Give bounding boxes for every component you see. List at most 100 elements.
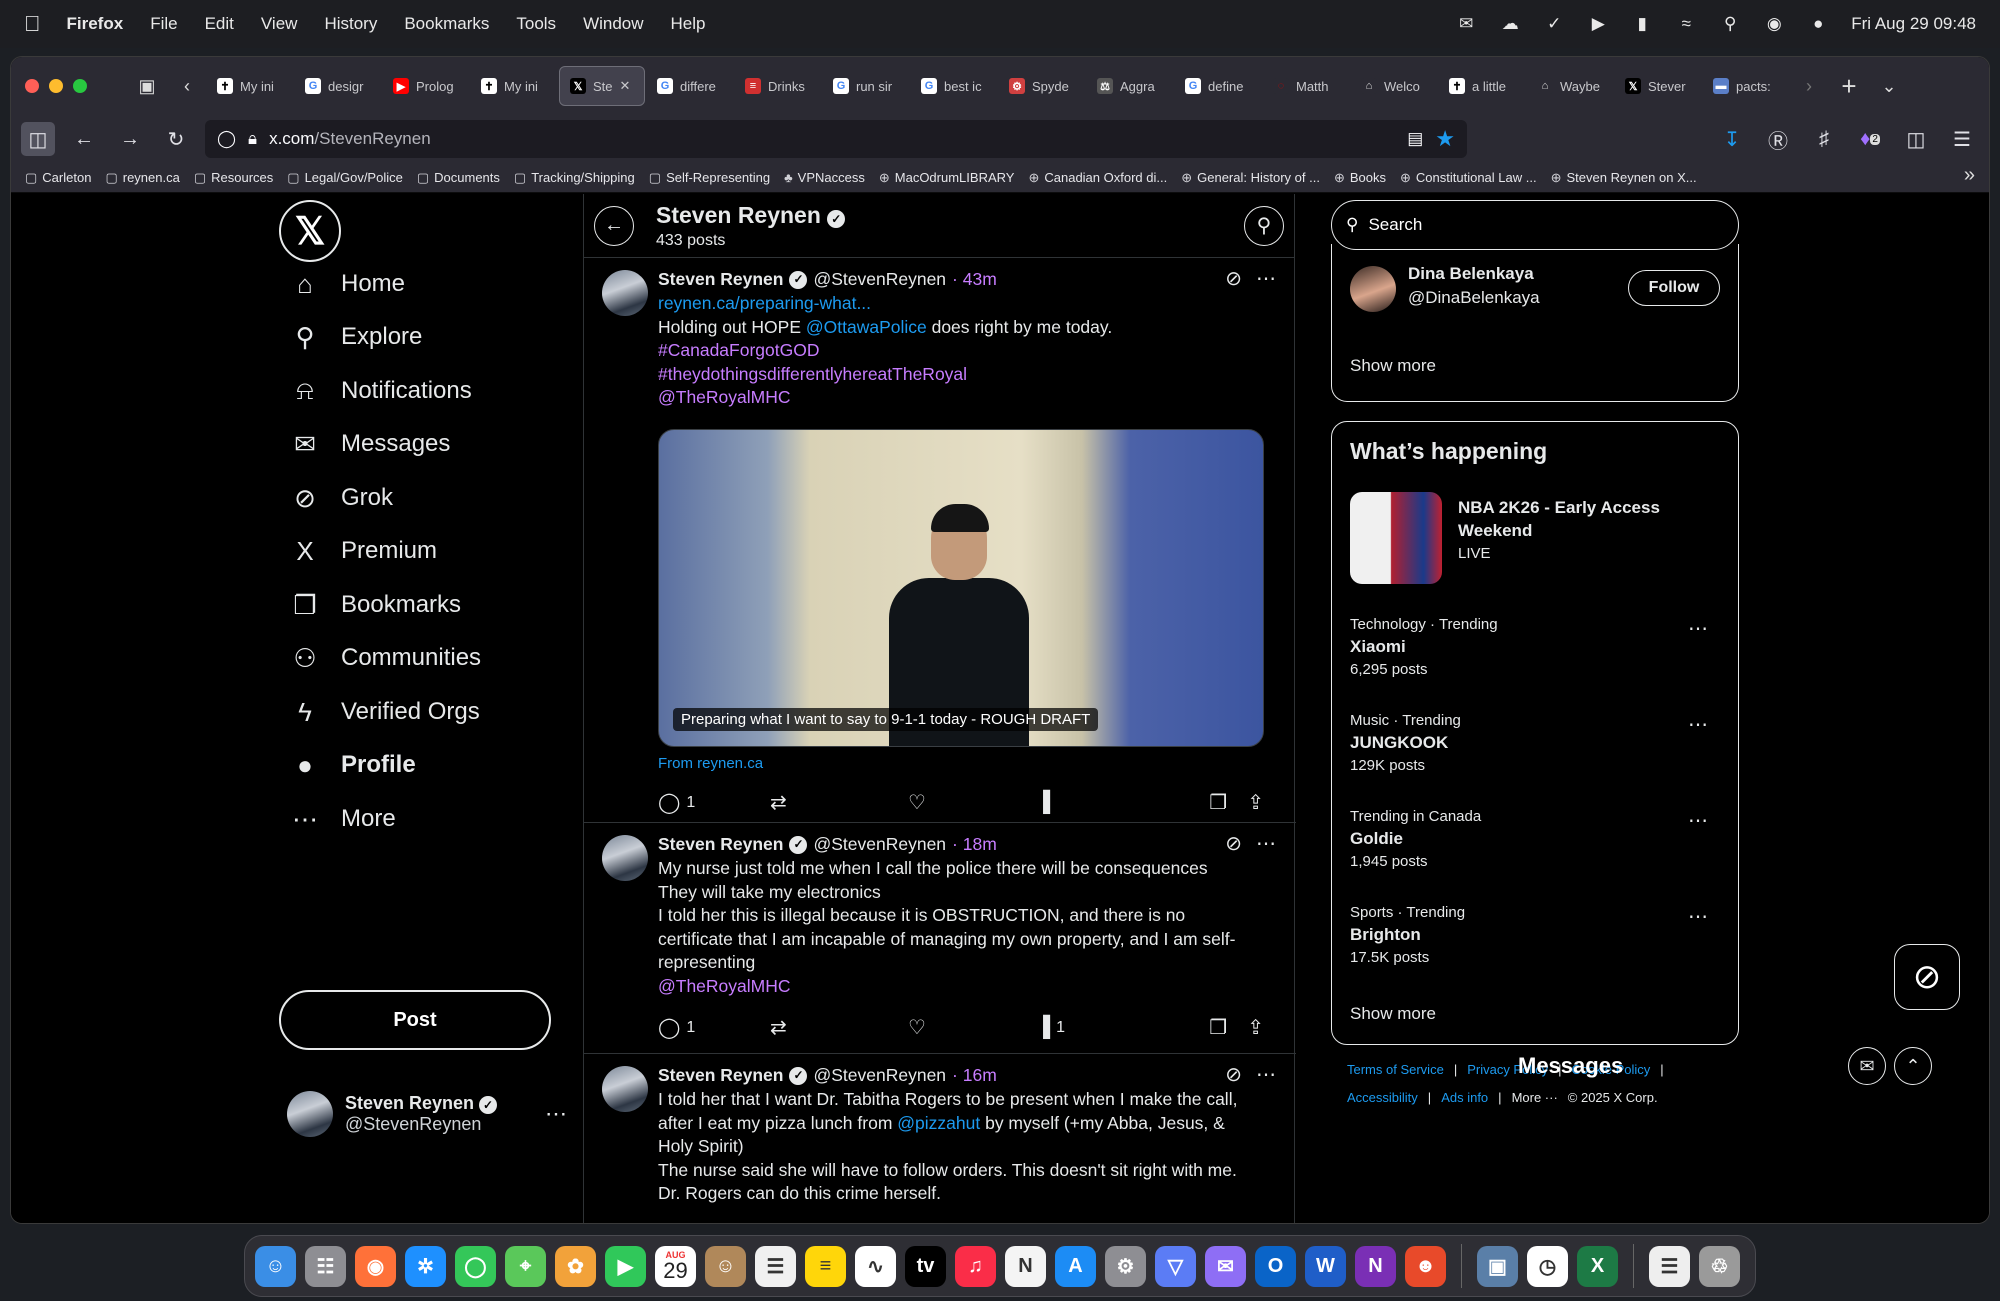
browser-tab[interactable]: 𝕏 Ste ✕ bbox=[559, 66, 645, 106]
bookmark-button[interactable]: ❐ bbox=[1209, 1015, 1227, 1040]
game-icon[interactable]: ☻ bbox=[1405, 1245, 1446, 1287]
clock-icon[interactable]: ◷ bbox=[1527, 1245, 1568, 1287]
back-arrow-icon[interactable]: ← bbox=[594, 205, 634, 246]
grok-icon[interactable]: ⊘ bbox=[1225, 833, 1242, 857]
featured-trend-image[interactable] bbox=[1350, 492, 1442, 584]
tracking-protection-icon[interactable]: ◯ bbox=[217, 129, 236, 149]
grok-icon[interactable]: ⊘ bbox=[1894, 944, 1960, 1010]
finder-icon[interactable]: ☺ bbox=[255, 1245, 296, 1287]
trash-icon[interactable]: ◫ bbox=[1899, 122, 1933, 156]
more-options-icon[interactable]: ⋯ bbox=[1688, 616, 1708, 641]
minimize-window-button[interactable] bbox=[49, 79, 63, 93]
bookmark-star-icon[interactable]: ★ bbox=[1435, 126, 1455, 152]
post-1[interactable]: Steven Reynen ✓ @StevenReynen · 43m ⊘ ⋯ reyne… bbox=[584, 258, 1296, 823]
menu-app-name[interactable]: Firefox bbox=[67, 14, 124, 34]
browser-tab[interactable]: Grun sir bbox=[823, 66, 909, 106]
lock-icon[interactable]: 🔒︎ bbox=[248, 129, 257, 149]
tv-icon[interactable]: tv bbox=[905, 1245, 946, 1287]
more-options-icon[interactable]: ⋯ bbox=[1688, 904, 1708, 929]
close-window-button[interactable] bbox=[25, 79, 39, 93]
trend-item[interactable]: Music · Trending JUNGKOOK 129K posts ⋯ bbox=[1350, 712, 1722, 774]
account-icon[interactable]: Ⓡ bbox=[1761, 122, 1795, 156]
post-button[interactable]: Post bbox=[279, 990, 551, 1050]
nav-notifications[interactable]: ⍾ Notifications bbox=[289, 371, 471, 411]
avatar[interactable] bbox=[602, 270, 648, 316]
onenote-icon[interactable]: N bbox=[1355, 1245, 1396, 1287]
bookmark-item[interactable]: ⊕ Constitutional Law ... bbox=[1400, 170, 1537, 186]
nav-bookmarks[interactable]: ❐ Bookmarks bbox=[289, 585, 461, 625]
more-options-icon[interactable]: ⋯ bbox=[1256, 833, 1276, 857]
bookmark-item[interactable]: ⊕ Steven Reynen on X... bbox=[1551, 170, 1697, 186]
messages-drawer[interactable]: Messages ✉ ⌃ bbox=[1462, 1038, 1932, 1094]
post-link[interactable]: @pizzahut bbox=[897, 1113, 980, 1133]
outlook-icon[interactable]: O bbox=[1255, 1245, 1296, 1287]
new-message-icon[interactable]: ✉ bbox=[1848, 1047, 1886, 1085]
more-options-icon[interactable]: ⋯ bbox=[1688, 712, 1708, 737]
menu-tools[interactable]: Tools bbox=[516, 14, 556, 34]
nav-more[interactable]: ⋯ More bbox=[289, 799, 396, 839]
bookmark-item[interactable]: ⊕ General: History of ... bbox=[1181, 170, 1320, 186]
messages-icon[interactable]: ◯ bbox=[455, 1245, 496, 1287]
more-options-icon[interactable]: ⋯ bbox=[1256, 268, 1276, 292]
spotlight-search-icon[interactable]: ⚲ bbox=[1719, 15, 1741, 33]
bookmark-item[interactable]: ▢ Carleton bbox=[25, 170, 91, 186]
post-link[interactable]: @TheRoyalMHC bbox=[658, 976, 791, 996]
grok-icon[interactable]: ⊘ bbox=[1225, 268, 1242, 292]
search-input[interactable]: ⚲ Search bbox=[1331, 200, 1739, 250]
extension-badge-icon[interactable]: ♦ 2 bbox=[1853, 122, 1887, 156]
menu-history[interactable]: History bbox=[324, 14, 377, 34]
post-author-name[interactable]: Steven Reynen bbox=[658, 1064, 783, 1088]
trend-item[interactable]: Sports · Trending Brighton 17.5K posts ⋯ bbox=[1350, 904, 1722, 966]
browser-tab[interactable]: Gdesigr bbox=[295, 66, 381, 106]
menu-edit[interactable]: Edit bbox=[205, 14, 234, 34]
share-button[interactable]: ⇪ bbox=[1247, 790, 1264, 815]
search-icon[interactable]: ⚲ bbox=[1244, 205, 1284, 246]
post-video[interactable]: Preparing what I want to say to 9-1-1 to… bbox=[658, 429, 1264, 747]
browser-tab[interactable]: Gdiffere bbox=[647, 66, 733, 106]
post-author-name[interactable]: Steven Reynen bbox=[658, 268, 783, 292]
tab-overview-icon[interactable]: ▣ bbox=[127, 76, 167, 97]
downloads-icon[interactable]: ↧ bbox=[1715, 122, 1749, 156]
sidebar-toggle-icon[interactable]: ◫ bbox=[21, 122, 55, 156]
post-link[interactable]: @TheRoyalMHC bbox=[658, 387, 791, 407]
app-menu-icon[interactable]: ☰ bbox=[1945, 122, 1979, 156]
play-icon[interactable]: ▶ bbox=[1587, 15, 1609, 33]
mail-app-icon[interactable]: ✉ bbox=[1205, 1245, 1246, 1287]
outlook-status-icon[interactable]: ✉ bbox=[1455, 15, 1477, 33]
preview-icon[interactable]: ▣ bbox=[1477, 1245, 1518, 1287]
bookmark-item[interactable]: ⊕ Books bbox=[1334, 170, 1386, 186]
bookmark-item[interactable]: ▢ Resources bbox=[194, 170, 273, 186]
bookmark-item[interactable]: ▢ Tracking/Shipping bbox=[514, 170, 635, 186]
zoom-window-button[interactable] bbox=[73, 79, 87, 93]
excel-icon[interactable]: X bbox=[1577, 1245, 1618, 1287]
calendar-icon[interactable]: AUG 29 bbox=[655, 1245, 696, 1287]
firefox-icon[interactable]: ◉ bbox=[355, 1245, 396, 1287]
wifi-icon[interactable]: ≈ bbox=[1675, 15, 1697, 33]
terms-link[interactable]: Terms of Service bbox=[1347, 1062, 1444, 1077]
like-button[interactable]: ♡ bbox=[908, 1015, 1036, 1040]
menu-file[interactable]: File bbox=[150, 14, 177, 34]
reply-button[interactable]: ◯ 1 bbox=[658, 1015, 770, 1040]
post-time[interactable]: · 18m bbox=[952, 833, 997, 857]
trend-item[interactable]: Technology · Trending Xiaomi 6,295 posts ⋯ bbox=[1350, 616, 1722, 678]
grok-icon[interactable]: ⊘ bbox=[1225, 1064, 1242, 1088]
post-link[interactable]: reynen.ca/preparing-what... bbox=[658, 293, 871, 313]
bookmarks-overflow-icon[interactable]: » bbox=[1964, 164, 1975, 187]
siri-icon[interactable]: ● bbox=[1807, 15, 1829, 33]
show-more-link[interactable]: Show more bbox=[1350, 356, 1436, 376]
document-icon[interactable]: ☰ bbox=[1649, 1245, 1690, 1287]
bookmark-item[interactable]: ▢ reynen.ca bbox=[105, 170, 179, 186]
browser-tab[interactable]: ⌂ Waybe bbox=[1527, 66, 1613, 106]
nav-messages[interactable]: ✉ Messages bbox=[289, 424, 450, 464]
nav-communities[interactable]: ⚇ Communities bbox=[289, 638, 481, 678]
menu-bookmarks[interactable]: Bookmarks bbox=[404, 14, 489, 34]
follow-button[interactable]: Follow bbox=[1628, 270, 1720, 306]
word-icon[interactable]: W bbox=[1305, 1245, 1346, 1287]
reminders-icon[interactable]: ☰ bbox=[755, 1245, 796, 1287]
post-link[interactable]: #CanadaForgotGOD bbox=[658, 340, 819, 360]
nav-premium[interactable]: X Premium bbox=[289, 531, 437, 571]
settings-icon[interactable]: ⚙ bbox=[1105, 1245, 1146, 1287]
views-button[interactable]: ▐ 1 bbox=[1036, 1016, 1176, 1039]
bookmark-item[interactable]: ⊕ Canadian Oxford di... bbox=[1028, 170, 1167, 186]
browser-tab[interactable]: ✝ a little bbox=[1439, 66, 1525, 106]
